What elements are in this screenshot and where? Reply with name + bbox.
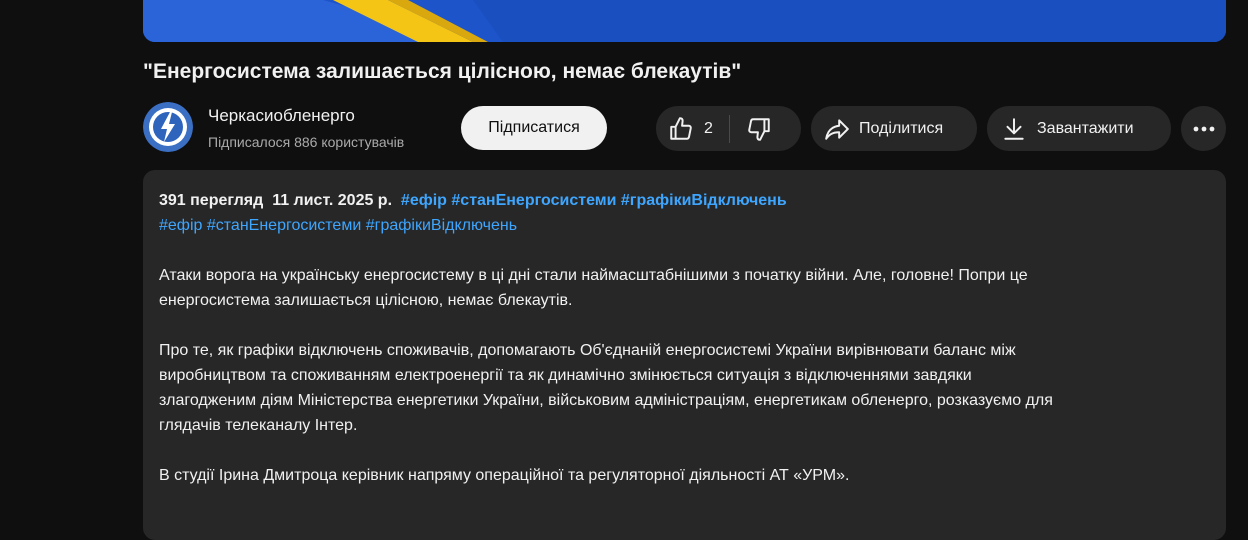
like-count: 2 [704,119,713,137]
like-button[interactable]: 2 [656,106,713,151]
download-button[interactable]: Завантажити [987,106,1171,151]
channel-avatar[interactable] [143,102,193,152]
description-meta: 391 перегляд 11 лист. 2025 р. #ефір #ста… [159,188,1210,213]
description-box[interactable]: 391 перегляд 11 лист. 2025 р. #ефір #ста… [143,170,1226,540]
subscribe-button[interactable]: Підписатися [461,106,607,150]
video-player-bottom[interactable] [143,0,1226,42]
description-line: В студії Ірина Дмитроца керівник напряму… [159,467,850,484]
lightning-logo-icon [143,102,193,152]
hashtag-link[interactable]: #ефір [159,217,202,234]
dislike-button[interactable] [730,106,772,151]
more-horizontal-icon [1193,126,1214,131]
hashtag-link[interactable]: #графікиВідключень [366,217,517,234]
description-line: енергосистема залишається цілісною, нема… [159,292,573,309]
description-hashtags: #ефір #станЕнергосистеми #графікиВідключ… [159,213,1210,238]
share-button[interactable]: Поділитися [811,106,977,151]
share-arrow-icon [825,118,849,140]
subscriber-count: Підписалося 886 користувачів [208,134,405,150]
thumbs-up-icon [670,116,692,140]
description-line: Про те, як графіки відключень споживачів… [159,342,1016,359]
more-actions-button[interactable] [1181,106,1226,151]
hashtag-link[interactable]: #графікиВідключень [621,192,787,209]
download-label: Завантажити [1037,119,1134,137]
view-count: 391 перегляд [159,192,264,209]
hashtag-link[interactable]: #станЕнергосистеми [451,192,616,209]
share-label: Поділитися [859,119,944,137]
description-line: злагодженим діям Міністерства енергетики… [159,392,1053,409]
thumbs-down-icon [748,117,770,141]
upload-date: 11 лист. 2025 р. [272,192,393,209]
like-dislike-group: 2 [656,106,801,151]
channel-name[interactable]: Черкасиобленерго [208,106,355,126]
hashtag-link[interactable]: #ефір [401,192,447,209]
description-paragraph: Про те, як графіки відключень споживачів… [159,338,1210,438]
description-line: глядачів телеканалу Інтер. [159,417,358,434]
description-line: виробництвом та споживанням електроенерг… [159,367,972,384]
video-title: "Енергосистема залишається цілісною, нем… [143,60,742,83]
description-line: Атаки ворога на українську енергосистему… [159,267,1028,284]
description-paragraph: Атаки ворога на українську енергосистему… [159,263,1210,313]
description-paragraph: В студії Ірина Дмитроца керівник напряму… [159,463,1210,488]
hashtag-link[interactable]: #станЕнергосистеми [207,217,361,234]
download-icon [1004,117,1024,140]
video-thumbnail-flag [143,0,1226,42]
